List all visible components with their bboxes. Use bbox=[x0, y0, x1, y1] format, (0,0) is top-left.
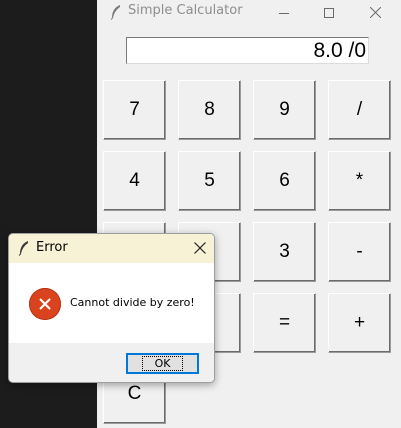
error-close-button[interactable] bbox=[191, 239, 209, 257]
error-titlebar[interactable]: Error bbox=[9, 234, 214, 263]
ok-button[interactable]: OK bbox=[126, 353, 199, 374]
key-multiply[interactable]: * bbox=[328, 151, 391, 211]
close-icon bbox=[191, 242, 209, 261]
error-footer: OK bbox=[9, 343, 214, 382]
maximize-button[interactable] bbox=[306, 0, 352, 24]
key-9[interactable]: 9 bbox=[253, 80, 316, 140]
error-dialog: Error Cannot divide by zero! OK bbox=[8, 233, 215, 383]
error-icon bbox=[29, 288, 61, 320]
key-divide[interactable]: / bbox=[328, 80, 391, 140]
maximize-icon bbox=[324, 3, 334, 22]
key-7[interactable]: 7 bbox=[103, 80, 166, 140]
error-title: Error bbox=[36, 240, 68, 255]
calculator-titlebar[interactable]: Simple Calculator bbox=[97, 0, 401, 24]
minimize-button[interactable] bbox=[261, 0, 307, 24]
error-message: Cannot divide by zero! bbox=[70, 296, 195, 309]
feather-app-icon bbox=[110, 4, 122, 24]
key-5[interactable]: 5 bbox=[178, 151, 241, 211]
close-button[interactable] bbox=[352, 0, 398, 24]
feather-app-icon bbox=[18, 240, 30, 260]
key-add[interactable]: + bbox=[328, 293, 391, 353]
error-body: Cannot divide by zero! bbox=[9, 263, 214, 343]
calculator-display[interactable]: 8.0 /0 bbox=[126, 37, 369, 64]
ok-button-label: OK bbox=[141, 356, 184, 371]
key-equals[interactable]: = bbox=[253, 293, 316, 353]
key-6[interactable]: 6 bbox=[253, 151, 316, 211]
key-3[interactable]: 3 bbox=[253, 222, 316, 282]
minimize-icon bbox=[279, 3, 289, 22]
key-subtract[interactable]: - bbox=[328, 222, 391, 282]
window-title: Simple Calculator bbox=[128, 3, 243, 18]
close-icon bbox=[369, 3, 381, 22]
display-value: 8.0 /0 bbox=[313, 39, 366, 62]
key-4[interactable]: 4 bbox=[103, 151, 166, 211]
key-8[interactable]: 8 bbox=[178, 80, 241, 140]
